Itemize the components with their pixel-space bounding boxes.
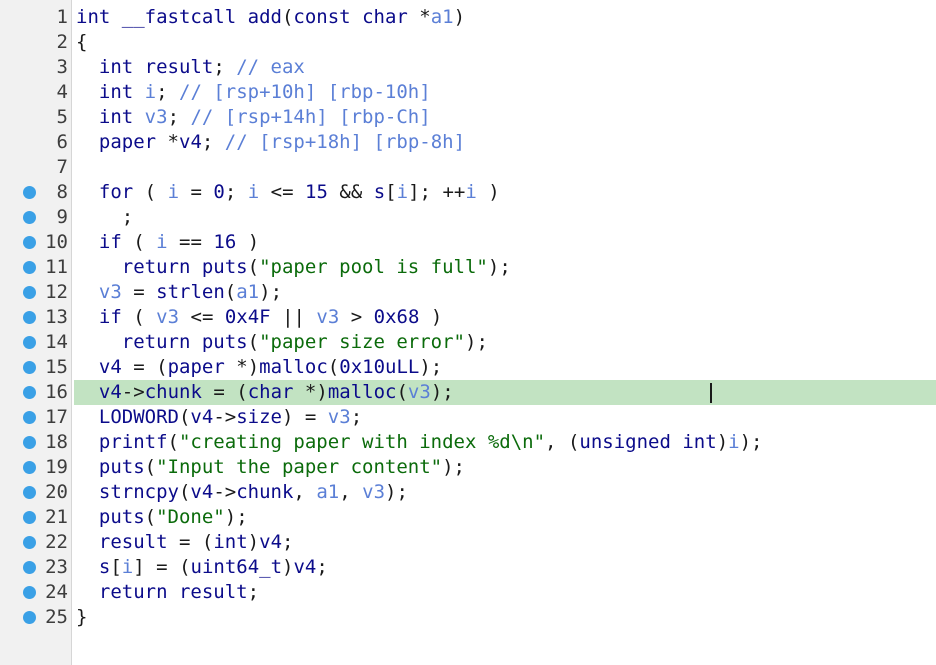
breakpoint-dot-icon[interactable] (23, 236, 36, 249)
line-number: 10 (45, 231, 68, 253)
line-number: 19 (45, 456, 68, 478)
code-line[interactable]: 7 (0, 155, 936, 180)
line-number: 2 (56, 31, 68, 53)
code-text[interactable]: int i; // [rsp+10h] [rbp-10h] (74, 80, 936, 105)
breakpoint-dot-icon[interactable] (23, 411, 36, 424)
line-number: 16 (45, 381, 68, 403)
code-text[interactable]: if ( v3 <= 0x4F || v3 > 0x68 ) (74, 305, 936, 330)
code-text[interactable]: v4->chunk = (char *)malloc(v3); (74, 380, 936, 405)
code-text[interactable]: return puts("paper pool is full"); (74, 255, 936, 280)
code-text[interactable]: printf("creating paper with index %d\n",… (74, 430, 936, 455)
line-number: 1 (56, 6, 68, 28)
code-line[interactable]: 19 puts("Input the paper content"); (0, 455, 936, 480)
code-text[interactable]: v4 = (paper *)malloc(0x10uLL); (74, 355, 936, 380)
code-line[interactable]: 22 result = (int)v4; (0, 530, 936, 555)
code-line[interactable]: 18 printf("creating paper with index %d\… (0, 430, 936, 455)
code-text[interactable]: int v3; // [rsp+14h] [rbp-Ch] (74, 105, 936, 130)
code-line[interactable]: 2{ (0, 30, 936, 55)
code-line[interactable]: 16 v4->chunk = (char *)malloc(v3); (0, 380, 936, 405)
code-line[interactable]: 3 int result; // eax (0, 55, 936, 80)
code-line[interactable]: 11 return puts("paper pool is full"); (0, 255, 936, 280)
line-number: 20 (45, 481, 68, 503)
breakpoint-dot-icon[interactable] (23, 336, 36, 349)
breakpoint-dot-icon[interactable] (23, 561, 36, 574)
line-number: 24 (45, 581, 68, 603)
breakpoint-dot-icon[interactable] (23, 486, 36, 499)
breakpoint-dot-icon[interactable] (23, 586, 36, 599)
breakpoint-dot-icon[interactable] (23, 361, 36, 374)
line-number: 3 (56, 56, 68, 78)
line-number: 12 (45, 281, 68, 303)
code-text[interactable]: puts("Done"); (74, 505, 936, 530)
code-line[interactable]: 1 int __fastcall add(const char *a1) (0, 5, 936, 30)
code-text[interactable]: LODWORD(v4->size) = v3; (74, 405, 936, 430)
line-number: 5 (56, 106, 68, 128)
line-number: 6 (56, 131, 68, 153)
code-line[interactable]: 10 if ( i == 16 ) (0, 230, 936, 255)
code-line[interactable]: 20 strncpy(v4->chunk, a1, v3); (0, 480, 936, 505)
breakpoint-dot-icon[interactable] (23, 511, 36, 524)
breakpoint-dot-icon[interactable] (23, 536, 36, 549)
code-line[interactable]: 6 paper *v4; // [rsp+18h] [rbp-8h] (0, 130, 936, 155)
line-number: 14 (45, 331, 68, 353)
code-line[interactable]: 15 v4 = (paper *)malloc(0x10uLL); (0, 355, 936, 380)
code-line[interactable]: 4 int i; // [rsp+10h] [rbp-10h] (0, 80, 936, 105)
line-number: 23 (45, 556, 68, 578)
code-text[interactable]: result = (int)v4; (74, 530, 936, 555)
code-text[interactable]: v3 = strlen(a1); (74, 280, 936, 305)
line-number: 11 (45, 256, 68, 278)
line-number: 4 (56, 81, 68, 103)
code-text[interactable]: { (74, 30, 936, 55)
code-line[interactable]: 13 if ( v3 <= 0x4F || v3 > 0x68 ) (0, 305, 936, 330)
line-number: 9 (56, 206, 68, 228)
code-text[interactable]: return result; (74, 580, 936, 605)
code-text[interactable]: } (74, 605, 936, 630)
pseudocode-editor[interactable]: 1 int __fastcall add(const char *a1) 2{3 i… (0, 0, 936, 665)
breakpoint-dot-icon[interactable] (23, 436, 36, 449)
code-line[interactable]: 12 v3 = strlen(a1); (0, 280, 936, 305)
text-caret (710, 383, 712, 403)
line-number: 13 (45, 306, 68, 328)
breakpoint-dot-icon[interactable] (23, 261, 36, 274)
line-number: 18 (45, 431, 68, 453)
code-text[interactable]: strncpy(v4->chunk, a1, v3); (74, 480, 936, 505)
breakpoint-dot-icon[interactable] (23, 286, 36, 299)
line-number: 22 (45, 531, 68, 553)
code-text[interactable]: puts("Input the paper content"); (74, 455, 936, 480)
breakpoint-dot-icon[interactable] (23, 611, 36, 624)
code-text[interactable]: int __fastcall add(const char *a1) (74, 5, 936, 30)
line-number: 25 (45, 606, 68, 628)
line-number: 17 (45, 406, 68, 428)
code-text[interactable]: s[i] = (uint64_t)v4; (74, 555, 936, 580)
breakpoint-dot-icon[interactable] (23, 186, 36, 199)
code-line[interactable]: 9 ; (0, 205, 936, 230)
code-line[interactable]: 17 LODWORD(v4->size) = v3; (0, 405, 936, 430)
code-text[interactable]: for ( i = 0; i <= 15 && s[i]; ++i ) (74, 180, 936, 205)
code-line[interactable]: 23 s[i] = (uint64_t)v4; (0, 555, 936, 580)
line-number: 7 (56, 156, 68, 178)
code-line[interactable]: 21 puts("Done"); (0, 505, 936, 530)
breakpoint-dot-icon[interactable] (23, 386, 36, 399)
code-line[interactable]: 8 for ( i = 0; i <= 15 && s[i]; ++i ) (0, 180, 936, 205)
code-text[interactable]: return puts("paper size error"); (74, 330, 936, 355)
code-text[interactable]: ; (74, 205, 936, 230)
code-text[interactable]: paper *v4; // [rsp+18h] [rbp-8h] (74, 130, 936, 155)
breakpoint-dot-icon[interactable] (23, 311, 36, 324)
code-line[interactable]: 5 int v3; // [rsp+14h] [rbp-Ch] (0, 105, 936, 130)
code-area[interactable]: 1 int __fastcall add(const char *a1) 2{3 i… (0, 5, 936, 630)
line-number: 8 (56, 181, 68, 203)
code-line[interactable]: 14 return puts("paper size error"); (0, 330, 936, 355)
code-line[interactable]: 24 return result; (0, 580, 936, 605)
breakpoint-dot-icon[interactable] (23, 461, 36, 474)
line-number: 21 (45, 506, 68, 528)
code-text[interactable]: int result; // eax (74, 55, 936, 80)
breakpoint-dot-icon[interactable] (23, 211, 36, 224)
code-text[interactable]: if ( i == 16 ) (74, 230, 936, 255)
code-line[interactable]: 25} (0, 605, 936, 630)
line-number: 15 (45, 356, 68, 378)
